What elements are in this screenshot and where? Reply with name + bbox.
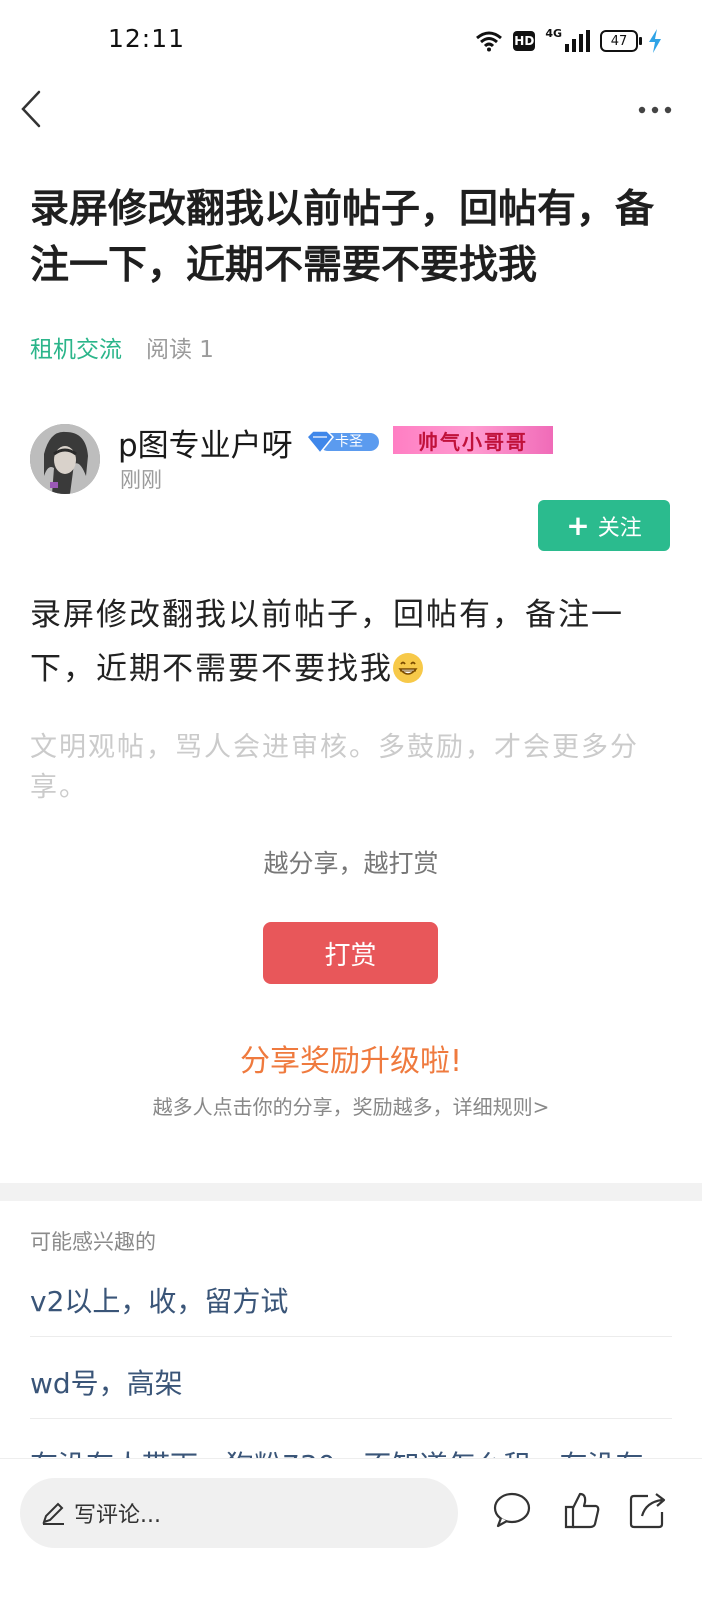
recommend-item[interactable]: v2以上，收，留方试 <box>30 1280 672 1320</box>
pencil-icon <box>42 1502 64 1525</box>
vip-badge-label: 卡圣 <box>335 434 363 450</box>
battery-icon: 47 <box>600 30 642 52</box>
battery-level: 47 <box>610 33 628 49</box>
post-body: 录屏修改翻我以前帖子，回帖有，备注一下，近期不需要不要找我 <box>30 588 680 696</box>
charging-icon <box>649 29 661 53</box>
recommend-item[interactable]: wd号，高架 <box>30 1362 672 1402</box>
post-body-text: 录屏修改翻我以前帖子，回帖有，备注一下，近期不需要不要找我 <box>30 597 624 687</box>
status-icons: HD 4G 47 <box>475 26 662 56</box>
like-button[interactable] <box>562 1490 602 1530</box>
post-meta: 租机交流 阅读 1 <box>30 330 214 364</box>
share-icon <box>629 1493 666 1529</box>
like-icon <box>564 1492 600 1529</box>
divider <box>30 1418 672 1419</box>
avatar-image <box>30 424 100 494</box>
share-button[interactable] <box>628 1490 668 1530</box>
signal-icon <box>565 30 590 52</box>
comment-input[interactable]: 写评论... <box>20 1478 458 1548</box>
plus-icon: + <box>566 508 590 542</box>
share-rules-link[interactable]: 越多人点击你的分享，奖励越多，详细规则> <box>0 1091 702 1120</box>
avatar[interactable] <box>30 424 100 494</box>
post-title: 录屏修改翻我以前帖子，回帖有，备注一下，近期不需要不要找我 <box>30 187 655 288</box>
comment-placeholder: 写评论... <box>74 1503 161 1528</box>
comment-button[interactable] <box>492 1490 532 1530</box>
reward-prompt: 越分享，越打赏 <box>263 849 439 878</box>
network-type-label: 4G <box>545 26 562 40</box>
wifi-icon <box>476 31 503 52</box>
divider <box>30 1336 672 1337</box>
grin-emoji-icon <box>393 653 423 683</box>
follow-button[interactable]: + 关注 <box>538 500 670 551</box>
back-button[interactable] <box>14 86 54 132</box>
hd-icon: HD <box>513 31 536 51</box>
share-reward-title: 分享奖励升级啦! <box>239 1044 463 1079</box>
more-horizontal-icon <box>638 106 672 114</box>
category-link[interactable]: 租机交流 <box>30 330 122 364</box>
comment-icon <box>493 1492 531 1528</box>
more-button[interactable] <box>632 96 680 124</box>
view-count: 阅读 1 <box>146 337 214 363</box>
recommend-title: 可能感兴趣的 <box>30 1230 156 1254</box>
vip-badge: 卡圣 <box>305 428 381 460</box>
author-name[interactable]: p图专业户呀 <box>118 420 293 465</box>
follow-label: 关注 <box>597 515 642 541</box>
chevron-left-icon <box>21 90 41 128</box>
post-time: 刚刚 <box>120 468 162 492</box>
community-notice: 文明观帖，骂人会进审核。多鼓励，才会更多分享。 <box>30 732 639 803</box>
nickname-tag: 帅气小哥哥 <box>393 426 553 454</box>
status-time: 12:11 <box>108 24 186 53</box>
reward-button[interactable]: 打赏 <box>263 922 438 984</box>
section-divider <box>0 1183 702 1201</box>
